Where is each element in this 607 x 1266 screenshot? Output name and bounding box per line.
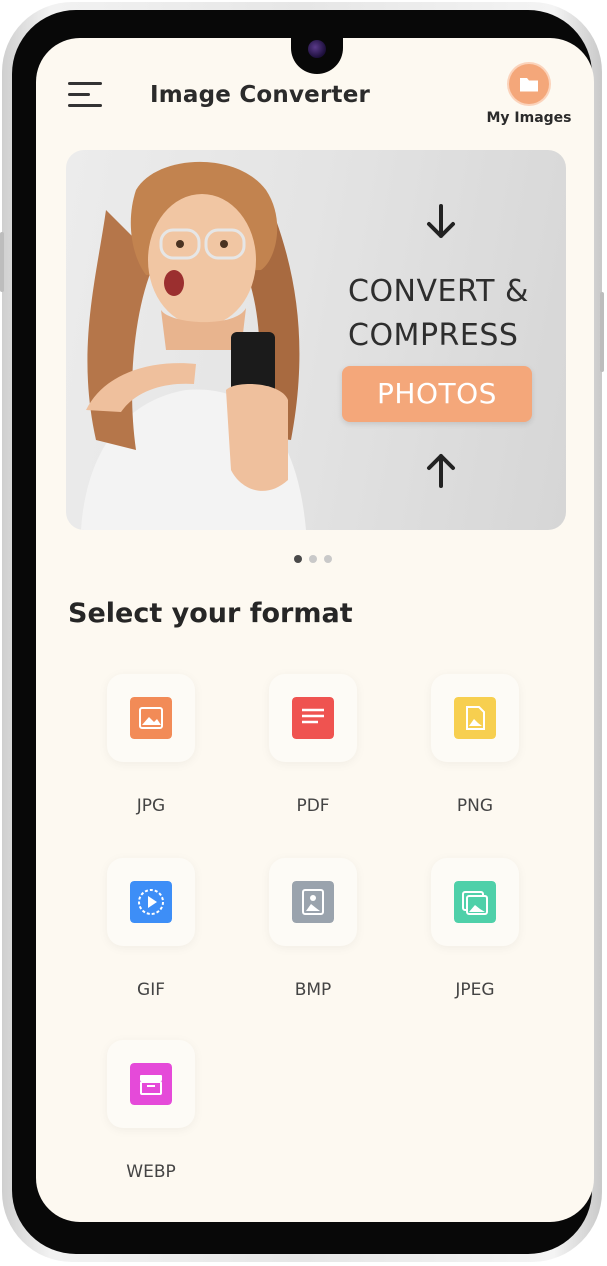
folder-icon [509,64,549,104]
front-camera [308,40,326,58]
carousel-dot[interactable] [294,555,302,563]
hamburger-menu-icon[interactable] [68,82,102,108]
arrow-up-icon [427,454,455,488]
carousel-dot[interactable] [324,555,332,563]
woman-holding-phone-image [81,161,306,530]
archive-icon [130,1063,172,1105]
my-images-label: My Images [486,110,572,126]
format-label: GIF [137,980,165,1000]
app-title: Image Converter [150,82,371,108]
format-gif[interactable]: GIF [96,858,206,1000]
format-pdf[interactable]: PDF [258,674,368,816]
format-tile [269,858,357,946]
gallery-icon [454,881,496,923]
carousel-dot[interactable] [309,555,317,563]
carousel-indicator [294,548,339,567]
format-label: JPEG [455,980,495,1000]
image-file-icon [454,697,496,739]
format-label: BMP [294,980,332,1000]
format-jpeg[interactable]: JPEG [420,858,530,1000]
phone-bezel: Image Converter My Images CONVERT & COMP… [12,10,594,1254]
format-tile [107,674,195,762]
section-title: Select your format [68,598,353,629]
image-icon [130,697,172,739]
format-jpg[interactable]: JPG [96,674,206,816]
photos-button[interactable]: PHOTOS [342,366,532,422]
format-bmp[interactable]: BMP [258,858,368,1000]
promo-banner[interactable]: CONVERT & COMPRESS PHOTOS [66,150,566,530]
phone-frame: Image Converter My Images CONVERT & COMP… [0,2,604,1262]
volume-button [0,232,4,292]
my-images-button[interactable]: My Images [484,62,574,126]
format-tile [431,858,519,946]
banner-line-2: COMPRESS [348,318,519,353]
format-tile [107,858,195,946]
format-tile [107,1040,195,1128]
banner-line-1: CONVERT & [348,274,529,309]
format-label: WEBP [126,1162,176,1182]
app-screen: Image Converter My Images CONVERT & COMP… [36,38,594,1222]
format-tile [269,674,357,762]
power-button [600,292,604,372]
document-icon [292,697,334,739]
arrow-down-icon [427,204,455,238]
format-label: PDF [296,796,330,816]
format-label: JPG [136,796,166,816]
format-webp[interactable]: WEBP [96,1040,206,1182]
format-tile [431,674,519,762]
format-png[interactable]: PNG [420,674,530,816]
portrait-icon [292,881,334,923]
play-icon [130,881,172,923]
format-label: PNG [456,796,494,816]
